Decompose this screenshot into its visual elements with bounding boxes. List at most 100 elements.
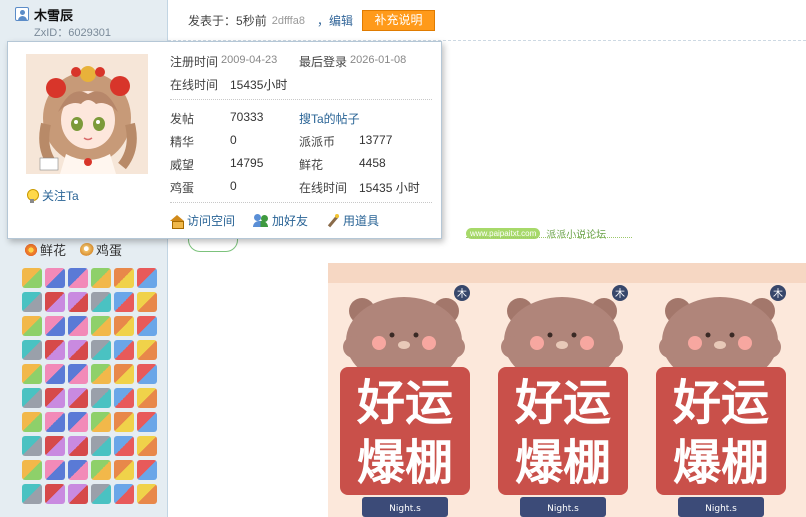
flower-gift[interactable]: 鲜花 <box>24 240 66 259</box>
medal-icon[interactable] <box>114 364 134 384</box>
bear-paw <box>501 336 523 358</box>
medal-icon[interactable] <box>68 316 88 336</box>
medal-icon[interactable] <box>45 316 65 336</box>
coins-value: 13777 <box>359 133 393 147</box>
medal-icon[interactable] <box>91 484 111 504</box>
eggs-value: 0 <box>230 179 237 193</box>
medal-icon[interactable] <box>68 388 88 408</box>
medal-icon[interactable] <box>68 268 88 288</box>
edit-link[interactable]: ，编辑 <box>317 12 353 29</box>
wand-icon <box>326 213 340 228</box>
post-image[interactable]: 木好运 爆棚 Night.s 木好运 爆棚 Night.s 木好运 爆棚 Night.s <box>328 263 806 517</box>
bear-eye <box>413 332 419 338</box>
medal-icon[interactable] <box>22 364 42 384</box>
egg-gift[interactable]: 鸡蛋 <box>80 240 122 259</box>
medal-icon[interactable] <box>114 340 134 360</box>
add-note-button[interactable]: 补充说明 <box>362 10 435 31</box>
medal-icon[interactable] <box>114 412 134 432</box>
flowers-value: 4458 <box>359 156 386 170</box>
bear-eye <box>705 332 711 338</box>
posted-time: 5秒前 <box>236 14 267 28</box>
night-label: Night.s <box>389 504 421 514</box>
medal-icon[interactable] <box>68 340 88 360</box>
medal-icon[interactable] <box>114 436 134 456</box>
medal-icon[interactable] <box>114 460 134 480</box>
medal-icon[interactable] <box>137 388 157 408</box>
user-profile-icon[interactable] <box>15 7 29 21</box>
site-name: 派派小说论坛 <box>546 230 607 241</box>
medal-icon[interactable] <box>22 388 42 408</box>
medal-icon[interactable] <box>45 484 65 504</box>
medal-icon[interactable] <box>22 316 42 336</box>
medal-icon[interactable] <box>22 436 42 456</box>
medal-icon[interactable] <box>68 412 88 432</box>
medal-icon[interactable] <box>45 292 65 312</box>
medal-icon[interactable] <box>91 412 111 432</box>
medal-icon[interactable] <box>91 340 111 360</box>
medal-icon[interactable] <box>68 292 88 312</box>
medal-icon[interactable] <box>45 436 65 456</box>
visit-space-link[interactable]: 访问空间 <box>170 212 235 229</box>
medal-icon[interactable] <box>137 316 157 336</box>
medal-icon[interactable] <box>114 268 134 288</box>
medal-icon[interactable] <box>22 484 42 504</box>
bear-cheek <box>688 336 702 350</box>
username-link[interactable]: 木雪辰 <box>34 5 73 24</box>
online2-label: 在线时间 <box>299 181 348 195</box>
medal-icon[interactable] <box>68 460 88 480</box>
medal-icon[interactable] <box>137 436 157 456</box>
medal-icon[interactable] <box>22 412 42 432</box>
user-namebar: 木雪辰 ZxID：6029301 <box>0 0 168 40</box>
medal-icon[interactable] <box>137 268 157 288</box>
bear-cheek <box>530 336 544 350</box>
online-value: 15435小时 <box>230 78 288 92</box>
medal-icon[interactable] <box>68 484 88 504</box>
bear-paw <box>601 336 623 358</box>
flowers-label: 鲜花 <box>299 158 324 172</box>
medal-icon[interactable] <box>137 292 157 312</box>
follow-link[interactable]: 关注Ta <box>26 187 79 204</box>
user-avatar[interactable] <box>26 54 148 174</box>
user-zxid: ZxID：6029301 <box>34 27 112 39</box>
medal-icon[interactable] <box>91 316 111 336</box>
sign-word-lucky: 好运 <box>356 375 453 431</box>
medal-icon[interactable] <box>91 268 111 288</box>
medal-icon[interactable] <box>114 484 134 504</box>
medal-icon[interactable] <box>137 340 157 360</box>
profile-divider-1 <box>170 99 432 100</box>
medal-icon[interactable] <box>91 436 111 456</box>
medal-icon[interactable] <box>91 364 111 384</box>
search-posts-link[interactable]: 搜Ta的帖子 <box>299 110 360 127</box>
medal-icon[interactable] <box>45 268 65 288</box>
medal-icon[interactable] <box>68 364 88 384</box>
medal-icon[interactable] <box>22 340 42 360</box>
use-item-link[interactable]: 用道具 <box>326 212 379 229</box>
medal-icon[interactable] <box>45 460 65 480</box>
add-friend-link[interactable]: 加好友 <box>253 212 308 229</box>
bear-snout <box>398 341 410 349</box>
medal-icon[interactable] <box>68 436 88 456</box>
bear-paw <box>443 336 465 358</box>
medal-icon[interactable] <box>45 340 65 360</box>
medal-icon[interactable] <box>22 268 42 288</box>
sign-word-boom: 爆棚 <box>673 435 769 491</box>
medal-icon[interactable] <box>45 364 65 384</box>
medal-icon[interactable] <box>114 316 134 336</box>
medal-icon[interactable] <box>45 412 65 432</box>
badge-text: 木 <box>457 288 467 300</box>
medal-icon[interactable] <box>91 460 111 480</box>
medal-icon[interactable] <box>45 388 65 408</box>
medal-icon[interactable] <box>137 412 157 432</box>
medal-icon[interactable] <box>22 460 42 480</box>
sign-word-lucky: 好运 <box>672 375 769 431</box>
medal-icon[interactable] <box>137 460 157 480</box>
medal-icon[interactable] <box>137 484 157 504</box>
medal-icon[interactable] <box>91 292 111 312</box>
medal-icon[interactable] <box>91 388 111 408</box>
medal-icon[interactable] <box>22 292 42 312</box>
egg-icon <box>80 242 95 257</box>
medal-icon[interactable] <box>114 388 134 408</box>
bear-paw <box>343 336 365 358</box>
medal-icon[interactable] <box>137 364 157 384</box>
medal-icon[interactable] <box>114 292 134 312</box>
